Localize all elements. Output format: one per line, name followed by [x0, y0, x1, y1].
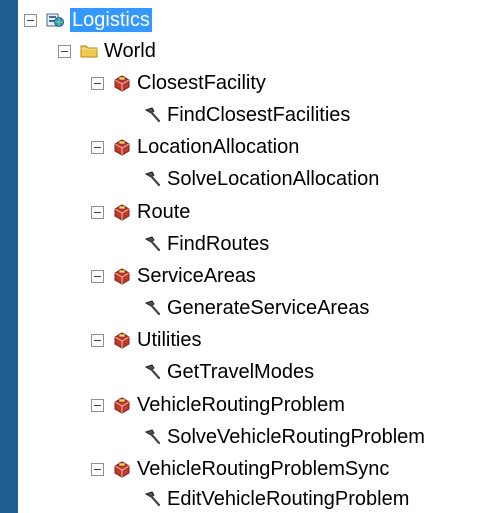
geoprocessing-toolbox-icon	[113, 267, 131, 285]
tree-node-service[interactable]: ClosestFacility	[91, 68, 266, 98]
tree-node-label: EditVehicleRoutingProblem	[167, 488, 410, 510]
hammer-tool-icon	[143, 363, 161, 381]
tree-node-label: Utilities	[137, 329, 202, 351]
tree-node-service[interactable]: Route	[91, 197, 190, 227]
tree-node-label: World	[104, 40, 156, 62]
hammer-tool-icon	[143, 490, 161, 508]
geoprocessing-toolbox-icon	[113, 331, 131, 349]
tree-node-logistics[interactable]: Logistics	[24, 5, 152, 35]
tree-node-tool[interactable]: FindRoutes	[143, 229, 269, 259]
hammer-tool-icon	[143, 170, 161, 188]
tree-node-label: GetTravelModes	[167, 361, 315, 383]
tree-node-service[interactable]: ServiceAreas	[91, 261, 256, 291]
hammer-tool-icon	[143, 106, 161, 124]
tree-node-tool[interactable]: SolveLocationAllocation	[143, 164, 379, 194]
tree-node-label: ClosestFacility	[137, 72, 266, 94]
server-connection-icon	[46, 11, 64, 29]
tree-node-world[interactable]: World	[58, 36, 156, 66]
tree-node-label: GenerateServiceAreas	[167, 297, 370, 319]
tree-node-tool[interactable]: FindClosestFacilities	[143, 100, 350, 130]
window-background: Logistics World ClosestFacility FindClos…	[0, 0, 495, 513]
hammer-tool-icon	[143, 428, 161, 446]
tree-node-label: VehicleRoutingProblemSync	[137, 458, 390, 480]
hammer-tool-icon	[143, 299, 161, 317]
geoprocessing-toolbox-icon	[113, 203, 131, 221]
tree-node-service[interactable]: VehicleRoutingProblemSync	[91, 454, 389, 484]
tree-node-label: SolveLocationAllocation	[167, 168, 380, 190]
tree-node-label: SolveVehicleRoutingProblem	[167, 426, 425, 448]
collapse-toggle[interactable]	[91, 140, 104, 154]
collapse-toggle[interactable]	[91, 269, 104, 283]
tree-node-label: ServiceAreas	[137, 265, 256, 287]
tree-node-tool[interactable]: GetTravelModes	[143, 357, 314, 387]
catalog-tree-panel: Logistics World ClosestFacility FindClos…	[18, 0, 495, 513]
tree-node-label: LocationAllocation	[137, 136, 300, 158]
collapse-toggle[interactable]	[58, 44, 71, 58]
geoprocessing-toolbox-icon	[113, 460, 131, 478]
tree-node-service[interactable]: LocationAllocation	[91, 132, 299, 162]
tree-node-tool[interactable]: SolveVehicleRoutingProblem	[143, 422, 425, 452]
collapse-toggle[interactable]	[91, 205, 104, 219]
tree-node-label: VehicleRoutingProblem	[137, 394, 345, 416]
tree-node-service[interactable]: VehicleRoutingProblem	[91, 390, 345, 420]
tree-node-label: FindClosestFacilities	[167, 104, 351, 126]
geoprocessing-toolbox-icon	[113, 396, 131, 414]
tree-node-tool[interactable]: GenerateServiceAreas	[143, 293, 369, 323]
hammer-tool-icon	[143, 235, 161, 253]
tree-node-label: Logistics	[70, 8, 152, 32]
tree-node-service[interactable]: Utilities	[91, 325, 201, 355]
geoprocessing-toolbox-icon	[113, 74, 131, 92]
geoprocessing-toolbox-icon	[113, 138, 131, 156]
tree-node-tool[interactable]: EditVehicleRoutingProblem	[143, 484, 409, 513]
collapse-toggle[interactable]	[91, 76, 104, 90]
collapse-toggle[interactable]	[91, 333, 104, 347]
tree-node-label: FindRoutes	[167, 233, 270, 255]
collapse-toggle[interactable]	[91, 398, 104, 412]
collapse-toggle[interactable]	[24, 13, 37, 27]
tree-node-label: Route	[137, 201, 191, 223]
collapse-toggle[interactable]	[91, 462, 104, 476]
folder-icon	[80, 42, 98, 60]
